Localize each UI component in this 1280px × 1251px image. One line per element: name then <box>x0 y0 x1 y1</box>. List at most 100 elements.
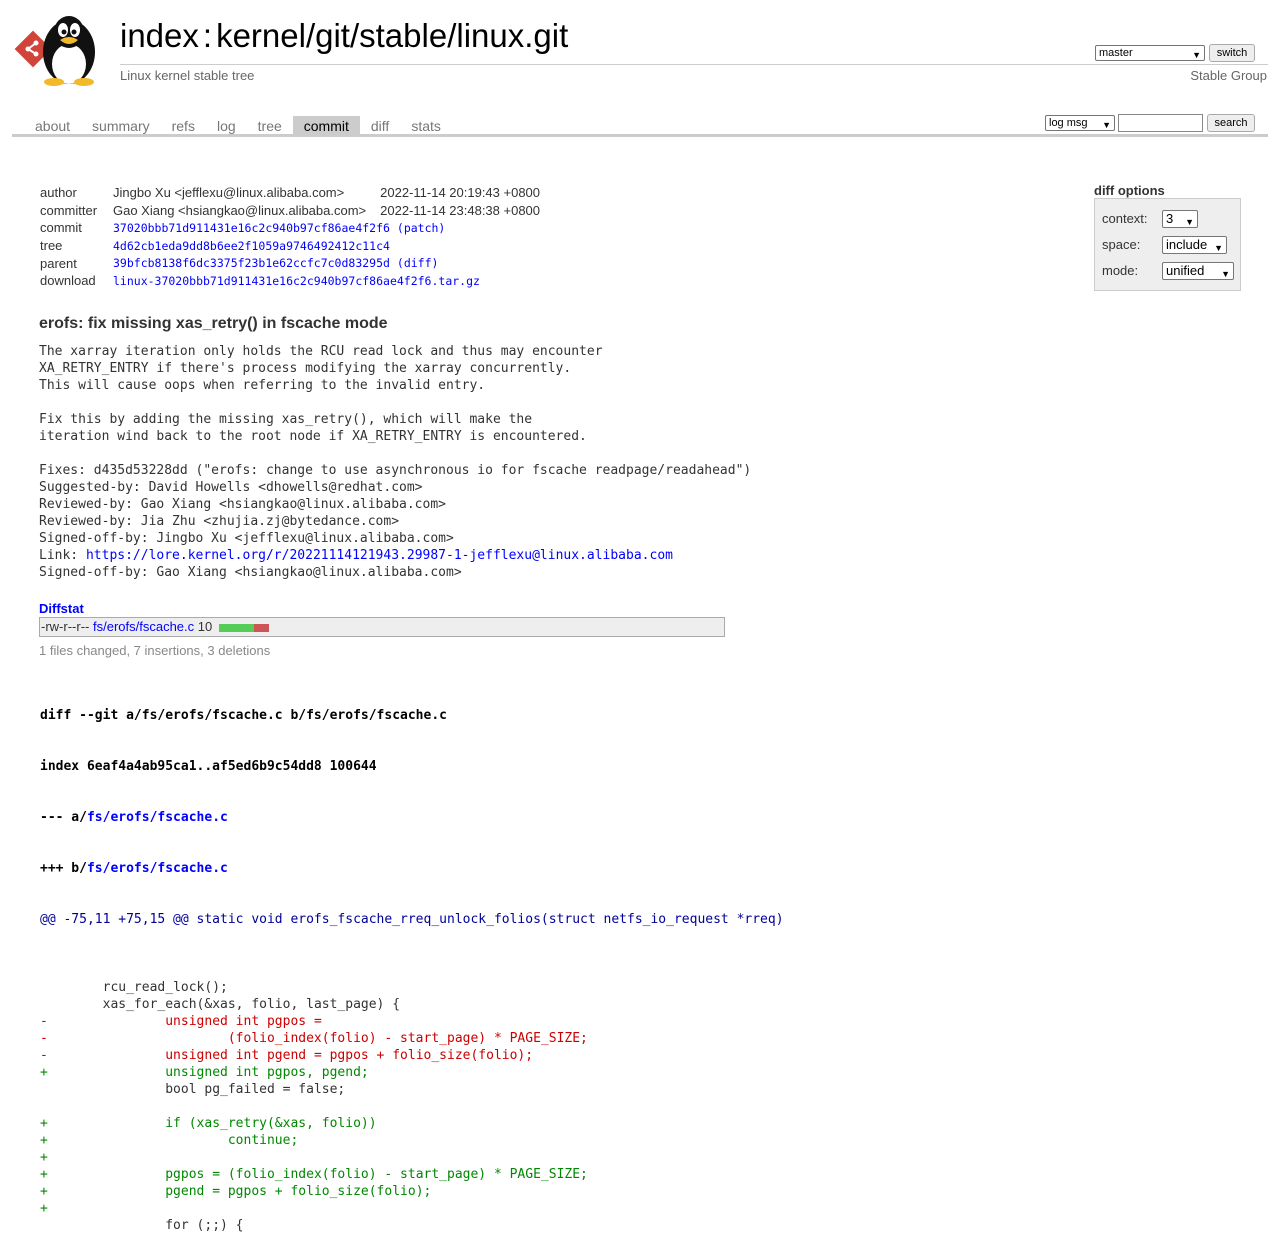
plus-prefix: +++ b/ <box>40 861 87 876</box>
minus-file-link[interactable]: fs/erofs/fscache.c <box>87 810 228 825</box>
tab-commit[interactable]: commit <box>292 116 360 136</box>
commit-hash-link[interactable]: 37020bbb71d911431e16c2c940b97cf86ae4f2f6 <box>113 221 390 235</box>
header-divider <box>120 64 1268 65</box>
diff-git-line: diff --git a/fs/erofs/fscache.c b/fs/ero… <box>40 708 447 723</box>
download-tarball-link[interactable]: linux-37020bbb71d911431e16c2c940b97cf86a… <box>113 274 480 288</box>
patch-link[interactable]: (patch) <box>397 221 445 235</box>
mode-select[interactable]: unified ▼ <box>1162 262 1234 280</box>
mode-label: mode: <box>1102 263 1139 278</box>
file-mode: -rw-r--r-- <box>41 619 90 634</box>
space-label: space: <box>1102 237 1141 252</box>
context-line: rcu_read_lock(); <box>40 980 228 995</box>
table-row: committer Gao Xiang <hsiangkao@linux.ali… <box>40 202 540 220</box>
added-line: + pgend = pgpos + folio_size(folio); <box>40 1184 432 1199</box>
context-line <box>40 962 784 979</box>
chevron-down-icon: ▼ <box>1185 217 1194 227</box>
context-line: for (;;) { <box>40 1218 244 1233</box>
context-line: xas_for_each(&xas, folio, last_page) { <box>40 997 401 1012</box>
title-separator: : <box>202 17 213 54</box>
tab-summary[interactable]: summary <box>81 116 161 136</box>
context-label: context: <box>1102 211 1148 226</box>
author-date: 2022-11-14 20:19:43 +0800 <box>380 185 541 201</box>
table-row: parent 39bfcb8138f6dc3375f23b1e62ccfc7c0… <box>40 254 540 272</box>
commit-hash-cell: 37020bbb71d911431e16c2c940b97cf86ae4f2f6… <box>113 219 540 237</box>
lore-link[interactable]: https://lore.kernel.org/r/20221114121943… <box>86 548 673 563</box>
table-row: author Jingbo Xu <jefflexu@linux.alibaba… <box>40 184 540 202</box>
context-line: bool pg_failed = false; <box>40 1082 346 1097</box>
tree-label: tree <box>40 238 63 254</box>
removed-line: - unsigned int pgend = pgpos + folio_siz… <box>40 1048 534 1063</box>
page-title: index: kernel/git/stable/linux.git <box>120 16 568 56</box>
minus-prefix: --- a/ <box>40 810 87 825</box>
nav-tabs: about summary refs log tree commit diff stats <box>24 116 452 136</box>
parent-diff-link[interactable]: (diff) <box>397 256 439 270</box>
penguin-icon <box>43 16 95 86</box>
space-select[interactable]: include ▼ <box>1162 236 1227 254</box>
hunk-header: @@ -75,11 +75,15 @@ static void erofs_fs… <box>40 912 784 927</box>
chevron-down-icon: ▼ <box>1214 243 1223 253</box>
chevron-down-icon: ▼ <box>1192 50 1201 60</box>
commit-message-body: The xarray iteration only holds the RCU … <box>39 344 752 546</box>
repo-link[interactable]: kernel/git/stable/linux.git <box>216 17 568 54</box>
branch-select-value: master <box>1099 47 1133 59</box>
link-prefix: Link: <box>39 548 86 563</box>
added-line: + <box>40 1150 48 1165</box>
context-line <box>40 1098 784 1115</box>
added-line: + unsigned int pgpos, pgend; <box>40 1065 369 1080</box>
tree-hash-link[interactable]: 4d62cb1eda9dd8b6ee2f1059a9746492412c11c4 <box>113 239 390 253</box>
plus-file-link[interactable]: fs/erofs/fscache.c <box>87 861 228 876</box>
removed-line: - (folio_index(folio) - start_page) * PA… <box>40 1031 588 1046</box>
tab-about[interactable]: about <box>24 116 81 136</box>
added-line: + if (xas_retry(&xas, folio)) <box>40 1116 377 1131</box>
table-row: tree 4d62cb1eda9dd8b6ee2f1059a9746492412… <box>40 237 540 255</box>
parent-hash-link[interactable]: 39bfcb8138f6dc3375f23b1e62ccfc7c0d83295d <box>113 256 390 270</box>
switch-button[interactable]: switch <box>1209 44 1255 62</box>
index-link[interactable]: index <box>120 17 199 54</box>
search-type-value: log msg <box>1049 117 1088 129</box>
added-line: + pgpos = (folio_index(folio) - start_pa… <box>40 1167 588 1182</box>
tab-log[interactable]: log <box>206 116 247 136</box>
tab-refs[interactable]: refs <box>161 116 206 136</box>
author-label: author <box>40 185 77 201</box>
context-select[interactable]: 3 ▼ <box>1162 210 1198 228</box>
diff-options-title: diff options <box>1094 183 1165 198</box>
added-line: + continue; <box>40 1133 299 1148</box>
diffstat-link[interactable]: Diffstat <box>39 601 84 616</box>
tab-tree[interactable]: tree <box>247 116 293 136</box>
commit-message: The xarray iteration only holds the RCU … <box>39 343 751 581</box>
added-line: + <box>40 1201 48 1216</box>
table-row: commit 37020bbb71d911431e16c2c940b97cf86… <box>40 219 540 237</box>
deletions-bar <box>253 623 269 632</box>
diff-options-panel: context: 3 ▼ space: include ▼ mode: unif… <box>1094 198 1241 291</box>
diff-index-line: index 6eaf4a4ab95ca1..af5ed6b9c54dd8 100… <box>40 759 377 774</box>
search-type-select[interactable]: log msg ▼ <box>1045 115 1115 131</box>
diff-view: diff --git a/fs/erofs/fscache.c b/fs/ero… <box>40 673 784 1251</box>
context-select-value: 3 <box>1166 211 1174 226</box>
diff-plus-line: +++ b/fs/erofs/fscache.c <box>40 860 784 877</box>
diffstat-file-link[interactable]: fs/erofs/fscache.c <box>93 619 194 634</box>
search-input[interactable] <box>1118 114 1203 132</box>
search-button[interactable]: search <box>1207 114 1255 132</box>
branch-select[interactable]: master ▼ <box>1095 45 1205 61</box>
table-row: download linux-37020bbb71d911431e16c2c94… <box>40 272 540 290</box>
diff-lines: rcu_read_lock(); xas_for_each(&xas, foli… <box>40 962 784 1234</box>
chevron-down-icon: ▼ <box>1102 120 1111 130</box>
download-label: download <box>40 273 96 289</box>
commit-info-table: author Jingbo Xu <jefflexu@linux.alibaba… <box>40 184 540 290</box>
committer-label: committer <box>40 202 98 218</box>
mode-select-value: unified <box>1166 263 1205 278</box>
tree-hash-cell: 4d62cb1eda9dd8b6ee2f1059a9746492412c11c4 <box>113 237 540 255</box>
change-graph <box>218 623 269 632</box>
tux-logo[interactable] <box>14 10 110 86</box>
committer-date: 2022-11-14 23:48:38 +0800 <box>380 202 541 218</box>
tab-diff[interactable]: diff <box>360 116 400 136</box>
committer-value: Gao Xiang <hsiangkao@linux.alibaba.com> <box>113 202 367 218</box>
chevron-down-icon: ▼ <box>1221 269 1230 279</box>
space-select-value: include <box>1166 237 1208 252</box>
repo-description: Linux kernel stable tree <box>120 68 255 83</box>
tab-stats[interactable]: stats <box>400 116 452 136</box>
diffstat-summary: 1 files changed, 7 insertions, 3 deletio… <box>39 643 271 658</box>
diffstat-table: -rw-r--r-- fs/erofs/fscache.c 10 <box>39 617 725 637</box>
commit-label: commit <box>40 220 82 236</box>
insertions-bar <box>218 623 254 632</box>
